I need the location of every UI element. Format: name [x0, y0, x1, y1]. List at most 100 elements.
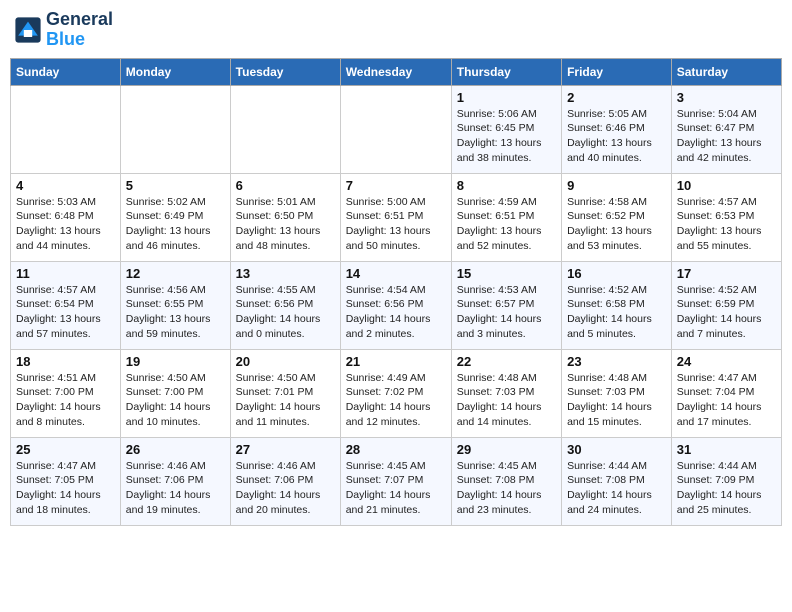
day-number: 23	[567, 354, 666, 369]
day-number: 6	[236, 178, 335, 193]
day-detail: Sunrise: 4:44 AM Sunset: 7:08 PM Dayligh…	[567, 459, 666, 518]
day-number: 14	[346, 266, 446, 281]
day-number: 24	[677, 354, 776, 369]
calendar-cell: 1Sunrise: 5:06 AM Sunset: 6:45 PM Daylig…	[451, 85, 561, 173]
day-number: 5	[126, 178, 225, 193]
day-number: 10	[677, 178, 776, 193]
day-number: 15	[457, 266, 556, 281]
calendar-cell	[120, 85, 230, 173]
day-number: 28	[346, 442, 446, 457]
weekday-header-row: SundayMondayTuesdayWednesdayThursdayFrid…	[11, 58, 782, 85]
calendar-cell	[11, 85, 121, 173]
day-number: 17	[677, 266, 776, 281]
day-number: 11	[16, 266, 115, 281]
day-number: 18	[16, 354, 115, 369]
day-number: 1	[457, 90, 556, 105]
calendar-cell: 28Sunrise: 4:45 AM Sunset: 7:07 PM Dayli…	[340, 437, 451, 525]
weekday-header: Wednesday	[340, 58, 451, 85]
day-detail: Sunrise: 4:56 AM Sunset: 6:55 PM Dayligh…	[126, 283, 225, 342]
calendar-week-row: 4 Sunrise: 5:03 AM Sunset: 6:48 PM Daylig…	[11, 173, 782, 261]
calendar-cell: 15Sunrise: 4:53 AM Sunset: 6:57 PM Dayli…	[451, 261, 561, 349]
logo-icon	[14, 16, 42, 44]
weekday-header: Sunday	[11, 58, 121, 85]
day-number: 27	[236, 442, 335, 457]
day-detail: Sunrise: 4:55 AM Sunset: 6:56 PM Dayligh…	[236, 283, 335, 342]
calendar-cell: 20 Sunrise: 4:50 AM Sunset: 7:01 PM Dayli…	[230, 349, 340, 437]
calendar-cell: 24 Sunrise: 4:47 AM Sunset: 7:04 PM Dayli…	[671, 349, 781, 437]
day-number: 29	[457, 442, 556, 457]
weekday-header: Saturday	[671, 58, 781, 85]
calendar-cell: 21Sunrise: 4:49 AM Sunset: 7:02 PM Dayli…	[340, 349, 451, 437]
weekday-header: Thursday	[451, 58, 561, 85]
day-number: 31	[677, 442, 776, 457]
calendar-cell: 11 Sunrise: 4:57 AM Sunset: 6:54 PM Dayli…	[11, 261, 121, 349]
day-number: 21	[346, 354, 446, 369]
day-number: 20	[236, 354, 335, 369]
day-detail: Sunrise: 4:48 AM Sunset: 7:03 PM Dayligh…	[567, 371, 666, 430]
day-number: 7	[346, 178, 446, 193]
calendar-cell: 19 Sunrise: 4:50 AM Sunset: 7:00 PM Dayli…	[120, 349, 230, 437]
day-detail: Sunrise: 4:59 AM Sunset: 6:51 PM Dayligh…	[457, 195, 556, 254]
calendar-cell: 29 Sunrise: 4:45 AM Sunset: 7:08 PM Dayli…	[451, 437, 561, 525]
calendar-cell: 13 Sunrise: 4:55 AM Sunset: 6:56 PM Dayli…	[230, 261, 340, 349]
calendar-cell: 14Sunrise: 4:54 AM Sunset: 6:56 PM Dayli…	[340, 261, 451, 349]
day-detail: Sunrise: 4:47 AM Sunset: 7:05 PM Dayligh…	[16, 459, 115, 518]
calendar-cell: 22 Sunrise: 4:48 AM Sunset: 7:03 PM Dayli…	[451, 349, 561, 437]
day-number: 26	[126, 442, 225, 457]
day-detail: Sunrise: 4:47 AM Sunset: 7:04 PM Dayligh…	[677, 371, 776, 430]
calendar-cell: 12 Sunrise: 4:56 AM Sunset: 6:55 PM Dayli…	[120, 261, 230, 349]
day-number: 30	[567, 442, 666, 457]
calendar-cell: 16 Sunrise: 4:52 AM Sunset: 6:58 PM Dayli…	[562, 261, 672, 349]
day-detail: Sunrise: 4:52 AM Sunset: 6:58 PM Dayligh…	[567, 283, 666, 342]
calendar-cell: 9Sunrise: 4:58 AM Sunset: 6:52 PM Daylig…	[562, 173, 672, 261]
day-number: 13	[236, 266, 335, 281]
day-number: 22	[457, 354, 556, 369]
calendar-week-row: 11 Sunrise: 4:57 AM Sunset: 6:54 PM Dayli…	[11, 261, 782, 349]
day-number: 2	[567, 90, 666, 105]
calendar-week-row: 1Sunrise: 5:06 AM Sunset: 6:45 PM Daylig…	[11, 85, 782, 173]
day-detail: Sunrise: 4:45 AM Sunset: 7:08 PM Dayligh…	[457, 459, 556, 518]
day-detail: Sunrise: 5:01 AM Sunset: 6:50 PM Dayligh…	[236, 195, 335, 254]
calendar-cell: 10 Sunrise: 4:57 AM Sunset: 6:53 PM Dayli…	[671, 173, 781, 261]
calendar-cell: 30 Sunrise: 4:44 AM Sunset: 7:08 PM Dayli…	[562, 437, 672, 525]
calendar-table: SundayMondayTuesdayWednesdayThursdayFrid…	[10, 58, 782, 526]
calendar-cell: 7Sunrise: 5:00 AM Sunset: 6:51 PM Daylig…	[340, 173, 451, 261]
day-detail: Sunrise: 5:04 AM Sunset: 6:47 PM Dayligh…	[677, 107, 776, 166]
calendar-cell	[230, 85, 340, 173]
calendar-week-row: 18 Sunrise: 4:51 AM Sunset: 7:00 PM Dayli…	[11, 349, 782, 437]
day-detail: Sunrise: 4:48 AM Sunset: 7:03 PM Dayligh…	[457, 371, 556, 430]
day-detail: Sunrise: 5:03 AM Sunset: 6:48 PM Dayligh…	[16, 195, 115, 254]
day-detail: Sunrise: 4:44 AM Sunset: 7:09 PM Dayligh…	[677, 459, 776, 518]
day-detail: Sunrise: 4:50 AM Sunset: 7:00 PM Dayligh…	[126, 371, 225, 430]
day-detail: Sunrise: 4:57 AM Sunset: 6:53 PM Dayligh…	[677, 195, 776, 254]
day-number: 19	[126, 354, 225, 369]
day-number: 8	[457, 178, 556, 193]
weekday-header: Tuesday	[230, 58, 340, 85]
day-detail: Sunrise: 4:46 AM Sunset: 7:06 PM Dayligh…	[126, 459, 225, 518]
calendar-cell: 31 Sunrise: 4:44 AM Sunset: 7:09 PM Dayli…	[671, 437, 781, 525]
day-detail: Sunrise: 4:46 AM Sunset: 7:06 PM Dayligh…	[236, 459, 335, 518]
calendar-cell: 5Sunrise: 5:02 AM Sunset: 6:49 PM Daylig…	[120, 173, 230, 261]
day-detail: Sunrise: 4:52 AM Sunset: 6:59 PM Dayligh…	[677, 283, 776, 342]
day-detail: Sunrise: 4:57 AM Sunset: 6:54 PM Dayligh…	[16, 283, 115, 342]
day-detail: Sunrise: 4:51 AM Sunset: 7:00 PM Dayligh…	[16, 371, 115, 430]
calendar-cell: 4 Sunrise: 5:03 AM Sunset: 6:48 PM Daylig…	[11, 173, 121, 261]
day-number: 16	[567, 266, 666, 281]
day-detail: Sunrise: 4:58 AM Sunset: 6:52 PM Dayligh…	[567, 195, 666, 254]
day-number: 4	[16, 178, 115, 193]
calendar-cell: 6 Sunrise: 5:01 AM Sunset: 6:50 PM Daylig…	[230, 173, 340, 261]
calendar-cell: 27 Sunrise: 4:46 AM Sunset: 7:06 PM Dayli…	[230, 437, 340, 525]
calendar-cell: 18 Sunrise: 4:51 AM Sunset: 7:00 PM Dayli…	[11, 349, 121, 437]
calendar-cell: 25Sunrise: 4:47 AM Sunset: 7:05 PM Dayli…	[11, 437, 121, 525]
calendar-cell: 17 Sunrise: 4:52 AM Sunset: 6:59 PM Dayli…	[671, 261, 781, 349]
calendar-cell: 8 Sunrise: 4:59 AM Sunset: 6:51 PM Daylig…	[451, 173, 561, 261]
logo-text: General Blue	[46, 10, 113, 50]
day-detail: Sunrise: 4:50 AM Sunset: 7:01 PM Dayligh…	[236, 371, 335, 430]
weekday-header: Monday	[120, 58, 230, 85]
calendar-cell	[340, 85, 451, 173]
logo: General Blue	[14, 10, 113, 50]
day-number: 12	[126, 266, 225, 281]
calendar-cell: 2Sunrise: 5:05 AM Sunset: 6:46 PM Daylig…	[562, 85, 672, 173]
page-header: General Blue	[10, 10, 782, 50]
day-number: 3	[677, 90, 776, 105]
